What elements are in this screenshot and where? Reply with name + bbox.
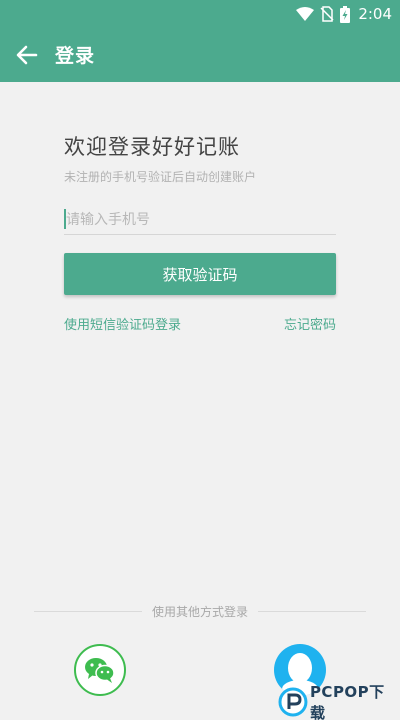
status-time: 2:04 xyxy=(358,5,392,23)
battery-charging-icon xyxy=(340,5,351,23)
arrow-left-icon xyxy=(16,45,38,65)
pcpop-logo-icon xyxy=(278,687,308,717)
text-cursor xyxy=(64,209,66,229)
watermark-text: PCPOP下载 xyxy=(309,683,385,720)
divider-line-left xyxy=(34,610,142,612)
status-icons: 2:04 xyxy=(296,4,392,24)
divider-line-right xyxy=(258,610,367,612)
phone-input[interactable] xyxy=(64,205,336,235)
forgot-password-link[interactable]: 忘记密码 xyxy=(284,314,336,333)
sms-login-link[interactable]: 使用短信验证码登录 xyxy=(64,314,181,333)
wifi-icon xyxy=(296,7,315,21)
get-code-button[interactable]: 获取验证码 xyxy=(64,253,336,295)
no-sim-icon xyxy=(320,6,334,22)
wechat-login-button[interactable] xyxy=(74,644,126,696)
wechat-icon xyxy=(85,658,115,683)
back-button[interactable] xyxy=(12,40,42,70)
pcpop-watermark: PCPOP下载 xyxy=(278,683,400,720)
welcome-subtitle: 未注册的手机号验证后自动创建账户 xyxy=(64,170,257,184)
status-bar: 2:04 xyxy=(0,0,400,28)
other-login-divider: 使用其他方式登录 xyxy=(34,603,367,619)
other-login-label: 使用其他方式登录 xyxy=(152,604,249,619)
page-title: 登录 xyxy=(55,45,96,67)
app-bar: 登录 xyxy=(0,28,400,82)
welcome-heading: 欢迎登录好好记账 xyxy=(64,135,240,159)
